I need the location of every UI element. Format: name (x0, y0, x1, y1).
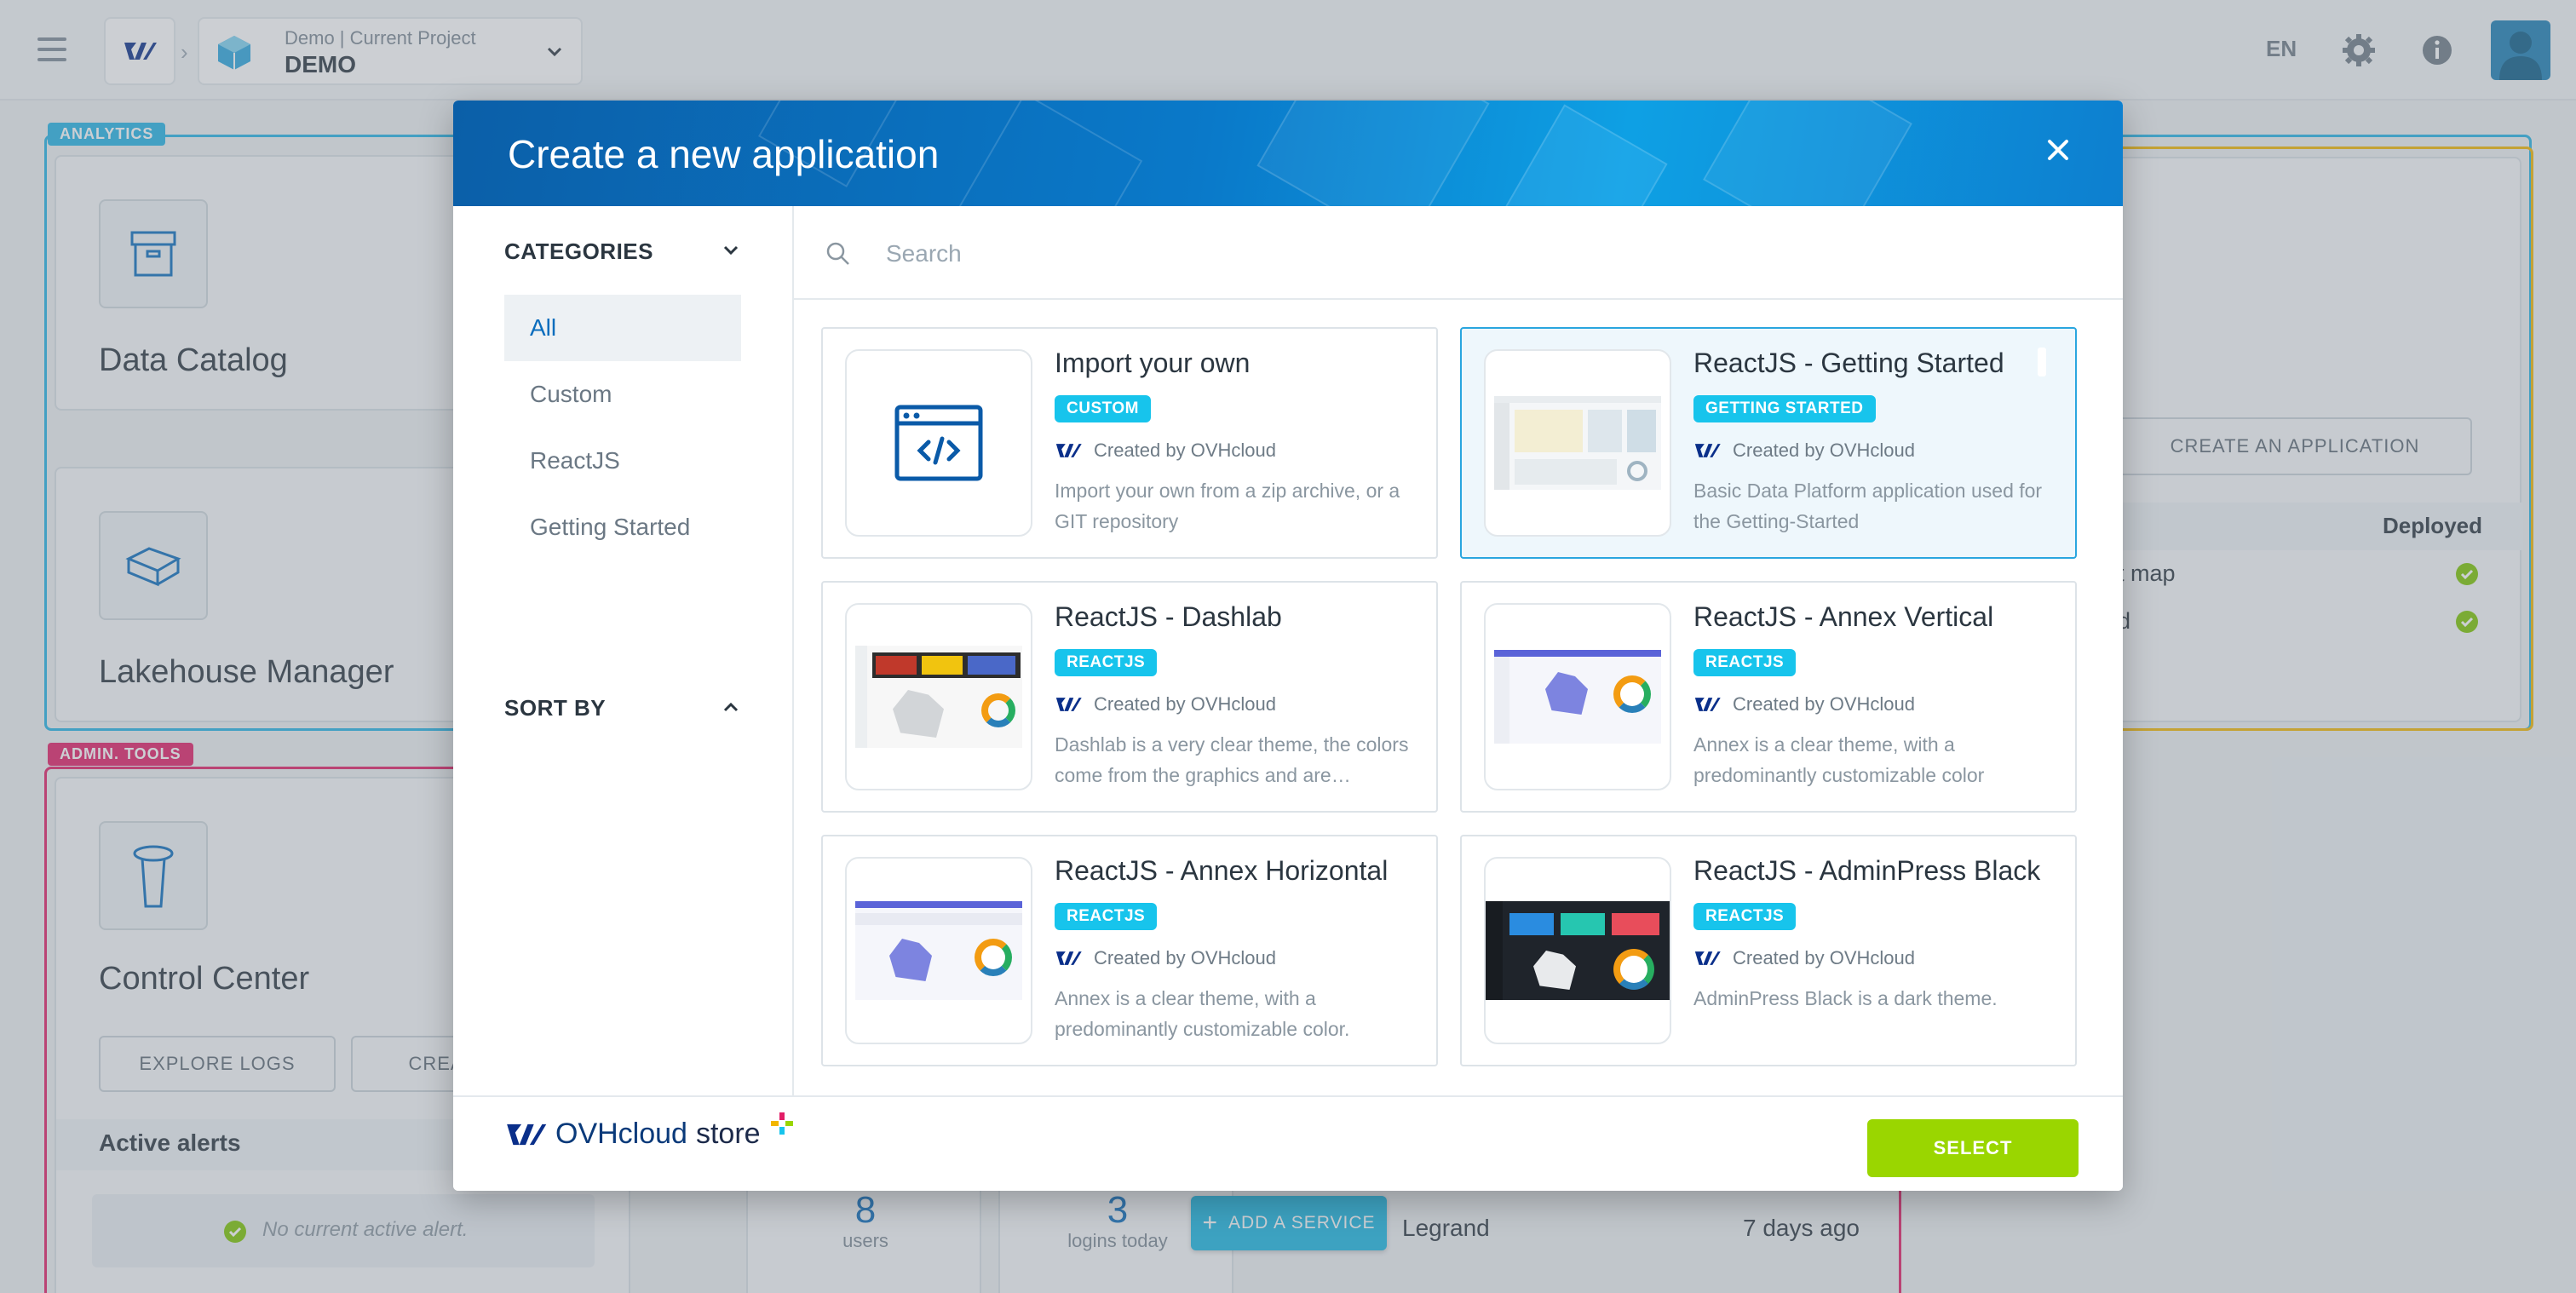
app-creator: Created by OVHcloud (1055, 693, 1276, 715)
app-category-badge: REACTJS (1055, 903, 1158, 930)
app-thumbnail (1484, 603, 1671, 790)
store-brand: OVHcloud (555, 1118, 687, 1150)
ovh-logo-icon (1694, 951, 1721, 965)
app-title: Import your own (1055, 348, 1251, 378)
ovh-logo-icon (1694, 698, 1721, 711)
app-creator-text: Created by OVHcloud (1094, 440, 1276, 461)
app-description: Annex is a clear theme, with a predomina… (1055, 987, 1350, 1040)
search-input[interactable] (886, 228, 2079, 279)
app-category-badge: REACTJS (1055, 649, 1158, 676)
app-creator-text: Created by OVHcloud (1094, 947, 1276, 968)
modal-title: Create a new application (508, 132, 940, 176)
store-suffix: store (695, 1118, 761, 1150)
app-category-badge: CUSTOM (1055, 395, 1151, 422)
ovh-logo-icon (1055, 951, 1082, 965)
category-reactjs[interactable]: ReactJS (504, 428, 741, 494)
app-creator: Created by OVHcloud (1055, 440, 1276, 462)
category-getting-started[interactable]: Getting Started (504, 494, 741, 560)
close-icon[interactable] (2038, 129, 2079, 170)
ovh-logo-icon (1055, 698, 1082, 711)
modal-header: Create a new application (453, 101, 2123, 206)
app-creator-text: Created by OVHcloud (1733, 440, 1915, 461)
ovh-logo-icon (1055, 444, 1082, 457)
selection-marker (2038, 348, 2046, 376)
search-icon (826, 242, 849, 265)
app-description: Annex is a clear theme, with a predomina… (1693, 733, 1985, 786)
code-window-icon (894, 405, 983, 481)
app-creator: Created by OVHcloud (1693, 440, 1915, 462)
app-card-import-your-own[interactable]: Import your own CUSTOM Created by OVHclo… (821, 327, 1438, 559)
app-title: ReactJS - Annex Vertical (1693, 601, 1994, 632)
category-custom[interactable]: Custom (504, 361, 741, 428)
app-description: Dashlab is a very clear theme, the color… (1055, 733, 1409, 786)
app-creator: Created by OVHcloud (1055, 947, 1276, 969)
create-application-modal: Create a new application CATEGORIES All … (453, 101, 2123, 1191)
app-card-reactjs-annex-horizontal[interactable]: ReactJS - Annex Horizontal REACTJS Creat… (821, 835, 1438, 1066)
app-card-reactjs-dashlab[interactable]: ReactJS - Dashlab REACTJS Created by OVH… (821, 581, 1438, 813)
app-thumbnail (845, 603, 1032, 790)
app-title: ReactJS - Dashlab (1055, 601, 1282, 632)
app-card-reactjs-getting-started[interactable]: ReactJS - Getting Started GETTING STARTE… (1460, 327, 2077, 559)
filter-sidebar: CATEGORIES All Custom ReactJS Getting St… (453, 206, 794, 1095)
app-category-badge: REACTJS (1693, 903, 1797, 930)
app-thumbnail (845, 349, 1032, 537)
app-creator: Created by OVHcloud (1693, 693, 1915, 715)
app-creator-text: Created by OVHcloud (1733, 947, 1915, 968)
app-thumbnail (1484, 349, 1671, 537)
app-description: Import your own from a zip archive, or a… (1055, 480, 1400, 532)
chevron-down-icon[interactable] (721, 240, 741, 261)
select-button[interactable]: SELECT (1867, 1119, 2079, 1177)
category-all[interactable]: All (504, 295, 741, 361)
app-title: ReactJS - Getting Started (1693, 348, 2004, 378)
app-card-reactjs-adminpress-black[interactable]: ReactJS - AdminPress Black REACTJS Creat… (1460, 835, 2077, 1066)
app-category-badge: REACTJS (1693, 649, 1797, 676)
categories-heading[interactable]: CATEGORIES (504, 238, 653, 265)
sparkle-icon (770, 1112, 793, 1135)
app-description: AdminPress Black is a dark theme. (1693, 987, 1998, 1009)
app-card-reactjs-annex-vertical[interactable]: ReactJS - Annex Vertical REACTJS Created… (1460, 581, 2077, 813)
app-creator-text: Created by OVHcloud (1733, 693, 1915, 715)
search-bar (794, 206, 2123, 300)
ovh-logo-icon (1694, 444, 1721, 457)
ovh-logo-icon (507, 1123, 547, 1145)
app-thumbnail (845, 857, 1032, 1044)
app-title: ReactJS - AdminPress Black (1693, 855, 2041, 886)
app-title: ReactJS - Annex Horizontal (1055, 855, 1389, 886)
app-creator-text: Created by OVHcloud (1094, 693, 1276, 715)
app-creator: Created by OVHcloud (1693, 947, 1915, 969)
app-description: Basic Data Platform application used for… (1693, 480, 2043, 532)
app-thumbnail (1484, 857, 1671, 1044)
modal-footer: OVHcloud store SELECT (453, 1095, 2123, 1191)
sort-by-heading[interactable]: SORT BY (504, 695, 606, 721)
chevron-up-icon[interactable] (721, 697, 741, 717)
app-category-badge: GETTING STARTED (1693, 395, 1876, 422)
ovhcloud-store-logo: OVHcloud store (504, 1112, 795, 1151)
